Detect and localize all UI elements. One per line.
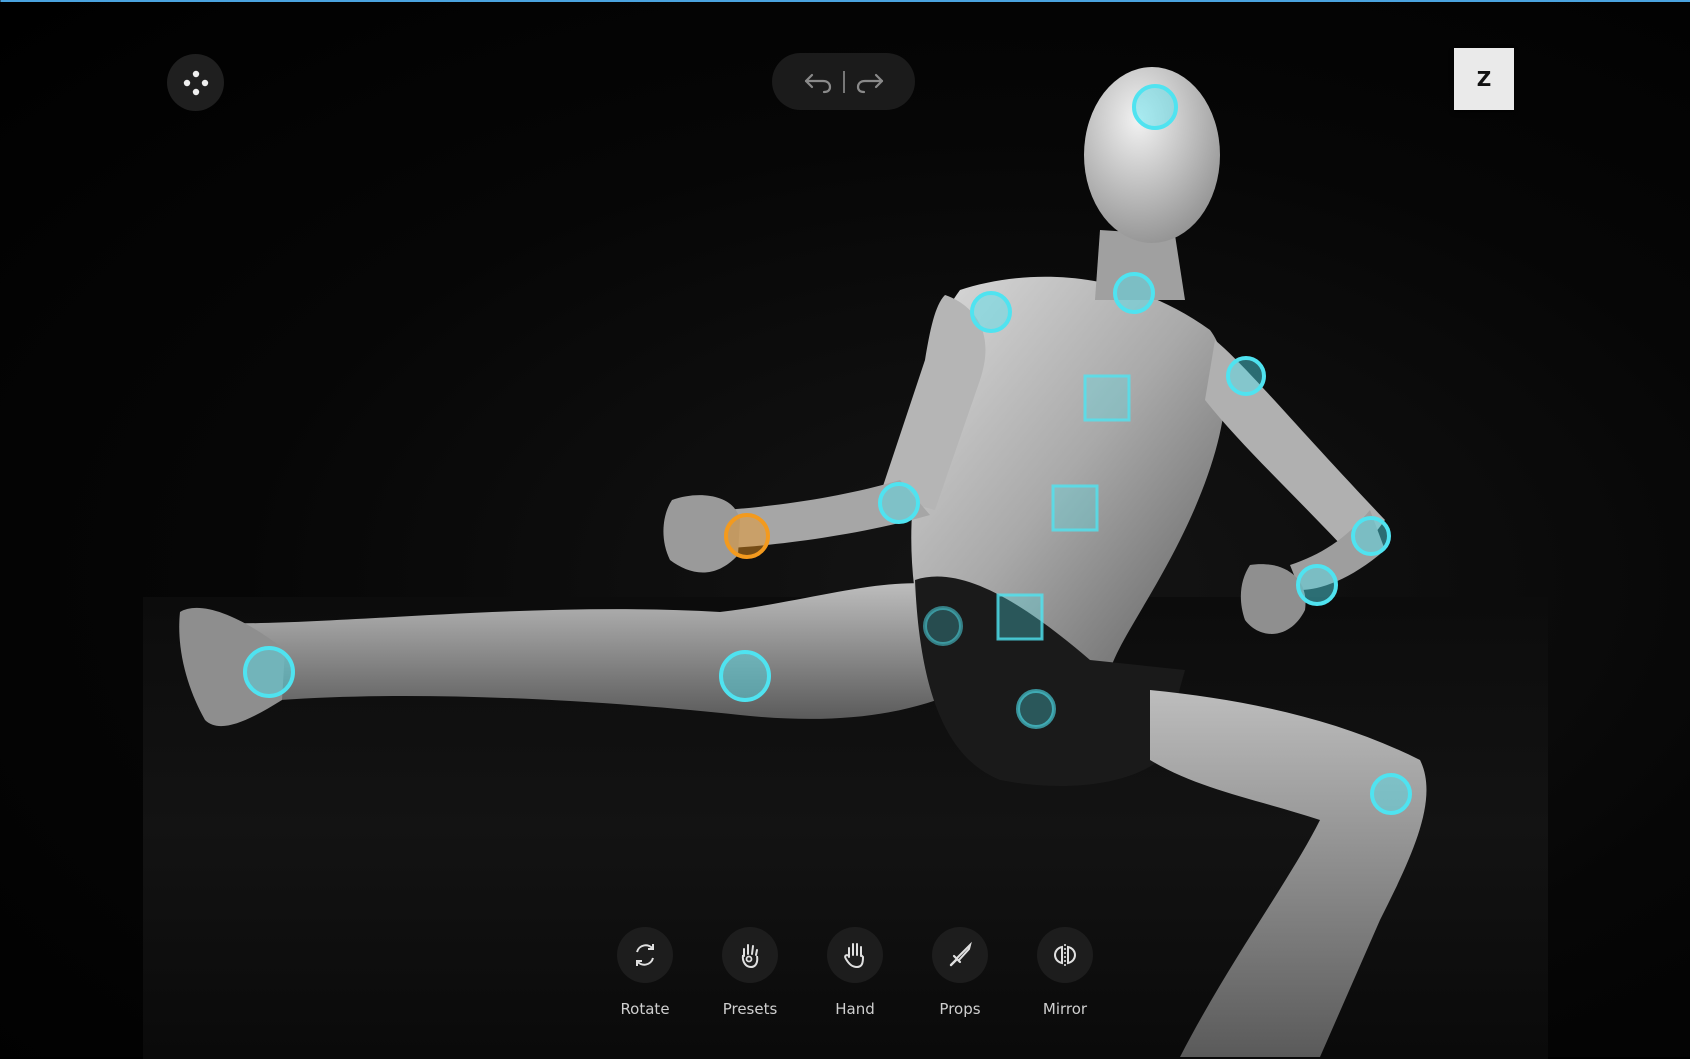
props-tool[interactable]: Props — [915, 927, 1005, 1027]
hand-icon — [844, 943, 865, 969]
mannequin-body — [179, 67, 1427, 1057]
redo-button[interactable] — [845, 53, 895, 110]
extended-leg — [186, 583, 1010, 720]
joint-head[interactable] — [1132, 84, 1178, 130]
z-button[interactable]: Z — [1454, 48, 1514, 110]
presets-tool[interactable]: Presets — [705, 927, 795, 1027]
joint-hip-left[interactable] — [923, 606, 963, 646]
joint-pelvis[interactable] — [996, 593, 1044, 641]
joint-neck[interactable] — [1113, 272, 1155, 314]
mirror-button[interactable] — [1037, 927, 1093, 983]
joint-knee-left[interactable] — [719, 650, 771, 702]
hand-tool[interactable]: Hand — [810, 927, 900, 1027]
rotate-icon — [636, 944, 654, 966]
undo-icon — [804, 73, 831, 93]
joint-ankle-left[interactable] — [243, 646, 295, 698]
joint-knee-right[interactable] — [1370, 773, 1412, 815]
menu-button[interactable] — [167, 54, 224, 111]
redo-icon — [856, 73, 883, 93]
presets-label: Presets — [722, 1000, 778, 1018]
rotate-tool[interactable]: Rotate — [600, 927, 690, 1027]
hand-label: Hand — [835, 1000, 875, 1018]
joint-abdomen[interactable] — [1051, 484, 1099, 532]
undo-redo-group — [772, 53, 915, 110]
hand-button[interactable] — [827, 927, 883, 983]
joint-shoulder-left[interactable] — [970, 291, 1012, 333]
sword-icon — [949, 941, 972, 967]
mirror-icon — [1053, 944, 1077, 966]
joint-chest[interactable] — [1083, 374, 1131, 422]
pose-figure — [179, 67, 1427, 1057]
mirror-label: Mirror — [1042, 1000, 1088, 1018]
joint-wrist-left-selected[interactable] — [724, 513, 770, 559]
presets-button[interactable] — [722, 927, 778, 983]
move-dots-icon — [183, 70, 208, 95]
joint-shoulder-right[interactable] — [1226, 356, 1266, 396]
props-label: Props — [939, 1000, 981, 1018]
rotate-label: Rotate — [620, 1000, 670, 1018]
undo-button[interactable] — [793, 53, 843, 110]
bottom-toolbar: Rotate Presets Hand Props Mirror — [600, 927, 1100, 1027]
joint-elbow-left[interactable] — [878, 482, 920, 524]
joint-hip-right[interactable] — [1016, 689, 1056, 729]
props-button[interactable] — [932, 927, 988, 983]
presets-hand-icon — [741, 944, 759, 969]
joint-elbow-right[interactable] — [1351, 516, 1391, 556]
bent-leg — [1150, 690, 1427, 1057]
mirror-tool[interactable]: Mirror — [1020, 927, 1110, 1027]
rotate-button[interactable] — [617, 927, 673, 983]
joint-wrist-right[interactable] — [1296, 564, 1338, 606]
